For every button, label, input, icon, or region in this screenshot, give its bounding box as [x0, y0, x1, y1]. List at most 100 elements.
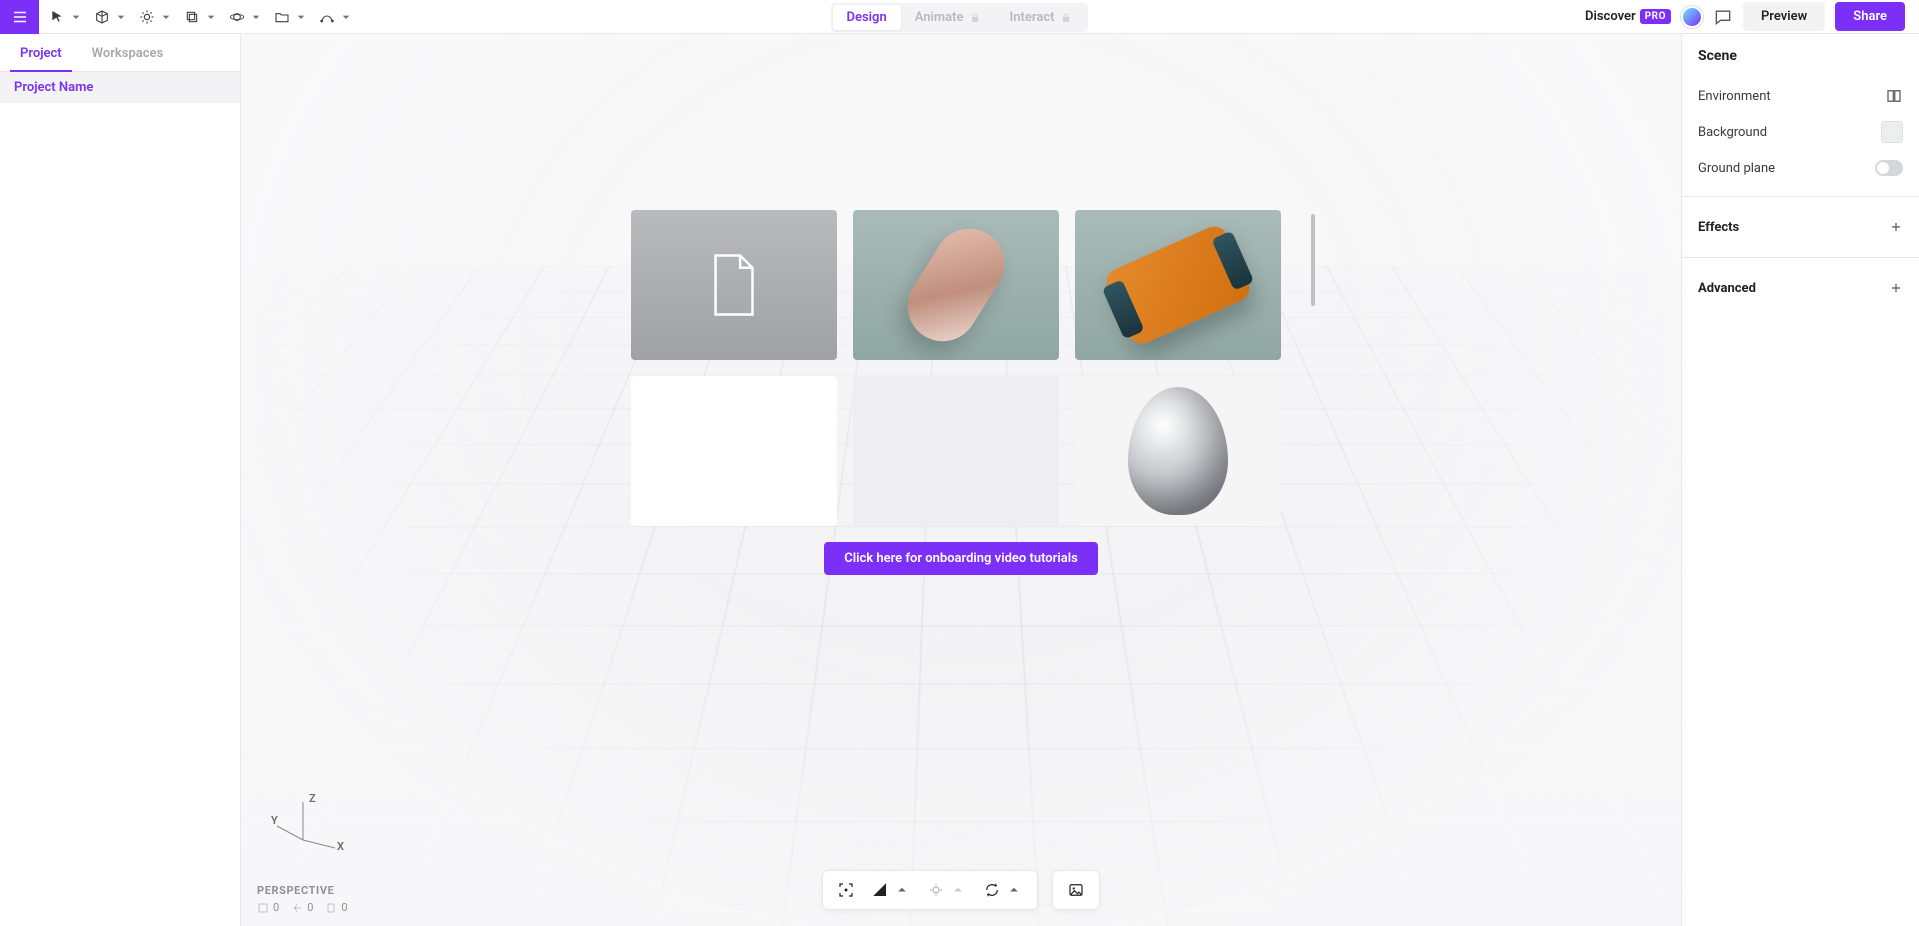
bottom-toolbar: [822, 870, 1100, 910]
environment-label: Environment: [1698, 89, 1771, 104]
pro-badge: PRO: [1640, 9, 1671, 24]
template-isometric[interactable]: [853, 376, 1059, 526]
advanced-section[interactable]: Advanced: [1682, 268, 1919, 308]
template-icons[interactable]: [631, 376, 837, 526]
duplicate-icon: [184, 9, 200, 25]
left-panel-tabs: Project Workspaces: [0, 34, 240, 72]
focus-icon: [837, 881, 855, 899]
plus-icon: [1889, 220, 1903, 234]
user-avatar[interactable]: [1681, 6, 1703, 28]
discover-label: Discover: [1585, 9, 1636, 24]
camera-icon: [927, 881, 945, 899]
template-gallery: Click here for onboarding video tutorial…: [631, 210, 1291, 575]
chevron-up-icon: [949, 881, 967, 899]
scene-title: Scene: [1698, 48, 1903, 64]
mode-interact[interactable]: Interact: [996, 5, 1087, 30]
lock-icon: [970, 12, 982, 24]
head-shape: [1128, 387, 1228, 515]
mode-switcher: Design Animate Interact: [831, 3, 1089, 32]
main-menu-button[interactable]: [0, 0, 39, 34]
plus-icon: [1889, 281, 1903, 295]
light-tool[interactable]: [135, 3, 178, 31]
file-icon: [709, 253, 759, 317]
folder-icon: [274, 9, 290, 25]
chevron-down-icon: [68, 9, 84, 25]
snapshot-group: [1052, 870, 1100, 910]
right-panel: Scene Environment Background Ground plan…: [1681, 34, 1919, 926]
background-label: Background: [1698, 125, 1767, 140]
background-row[interactable]: Background: [1698, 114, 1903, 150]
comments-icon[interactable]: [1713, 7, 1733, 27]
cube-icon: [94, 9, 110, 25]
preview-button[interactable]: Preview: [1743, 2, 1825, 31]
mode-interact-label: Interact: [1010, 10, 1055, 25]
shading-icon: [871, 881, 889, 899]
cursor-tool[interactable]: [45, 3, 88, 31]
chevron-down-icon: [113, 9, 129, 25]
path-tool[interactable]: [315, 3, 358, 31]
buckle-shape: [1102, 222, 1253, 348]
discover-link[interactable]: Discover PRO: [1585, 9, 1671, 24]
shading-button[interactable]: [863, 875, 919, 905]
main-area: Project Workspaces Project Name: [0, 34, 1919, 926]
template-buckle[interactable]: [1075, 210, 1281, 360]
orbit-icon: [229, 9, 245, 25]
pen-icon: [319, 9, 335, 25]
ground-label: Ground plane: [1698, 161, 1775, 176]
snapshot-button[interactable]: [1059, 875, 1093, 905]
effects-section[interactable]: Effects: [1682, 207, 1919, 247]
hamburger-icon: [11, 8, 29, 26]
chevron-down-icon: [338, 9, 354, 25]
mode-animate-label: Animate: [915, 10, 964, 25]
chevron-down-icon: [248, 9, 264, 25]
top-toolbar: Design Animate Interact Discover PRO Pre…: [0, 0, 1919, 34]
chevron-down-icon: [158, 9, 174, 25]
readout-title: PERSPECTIVE: [257, 884, 348, 897]
image-icon: [1067, 881, 1085, 899]
chevron-down-icon: [293, 9, 309, 25]
background-swatch[interactable]: [1881, 121, 1903, 143]
readout-pos: 0: [257, 901, 279, 914]
camera-readout: PERSPECTIVE 0 0 0: [257, 884, 348, 914]
gallery-scrollbar[interactable]: [1311, 214, 1315, 306]
iso-shapes: [918, 388, 994, 514]
folder-tool[interactable]: [270, 3, 313, 31]
cursor-icon: [49, 9, 65, 25]
focus-button[interactable]: [829, 875, 863, 905]
camera-button: [919, 875, 975, 905]
tab-workspaces[interactable]: Workspaces: [86, 40, 170, 71]
material-tool[interactable]: [225, 3, 268, 31]
topbar-right: Discover PRO Preview Share: [1585, 2, 1919, 31]
mode-design[interactable]: Design: [833, 5, 901, 30]
share-button[interactable]: Share: [1835, 2, 1905, 31]
mode-animate[interactable]: Animate: [901, 5, 996, 30]
pill-shape: [895, 216, 1018, 355]
ground-plane-row: Ground plane: [1698, 150, 1903, 186]
shapes-tool[interactable]: [90, 3, 133, 31]
view-controls: [822, 870, 1038, 910]
left-panel: Project Workspaces Project Name: [0, 34, 241, 926]
readout-scale: 0: [325, 901, 347, 914]
template-head[interactable]: [1075, 376, 1281, 526]
toolbar-tools: [39, 3, 364, 31]
chevron-down-icon: [203, 9, 219, 25]
mode-design-label: Design: [847, 10, 887, 25]
ground-plane-toggle[interactable]: [1875, 160, 1903, 176]
chevron-up-icon: [1005, 881, 1023, 899]
divider: [1682, 257, 1919, 258]
sync-icon: [983, 881, 1001, 899]
readout-rot: 0: [291, 901, 313, 914]
template-cosmetic[interactable]: [853, 210, 1059, 360]
template-blank[interactable]: [631, 210, 837, 360]
icons-mosaic: [699, 387, 769, 516]
onboarding-button[interactable]: Click here for onboarding video tutorial…: [824, 542, 1098, 575]
tab-project[interactable]: Project: [14, 40, 68, 71]
project-name-row[interactable]: Project Name: [0, 72, 240, 103]
library-icon[interactable]: [1885, 87, 1903, 105]
sun-icon: [139, 9, 155, 25]
duplicate-tool[interactable]: [180, 3, 223, 31]
effects-label: Effects: [1698, 220, 1739, 235]
render-button[interactable]: [975, 875, 1031, 905]
viewport[interactable]: Click here for onboarding video tutorial…: [241, 34, 1681, 926]
environment-row[interactable]: Environment: [1698, 78, 1903, 114]
